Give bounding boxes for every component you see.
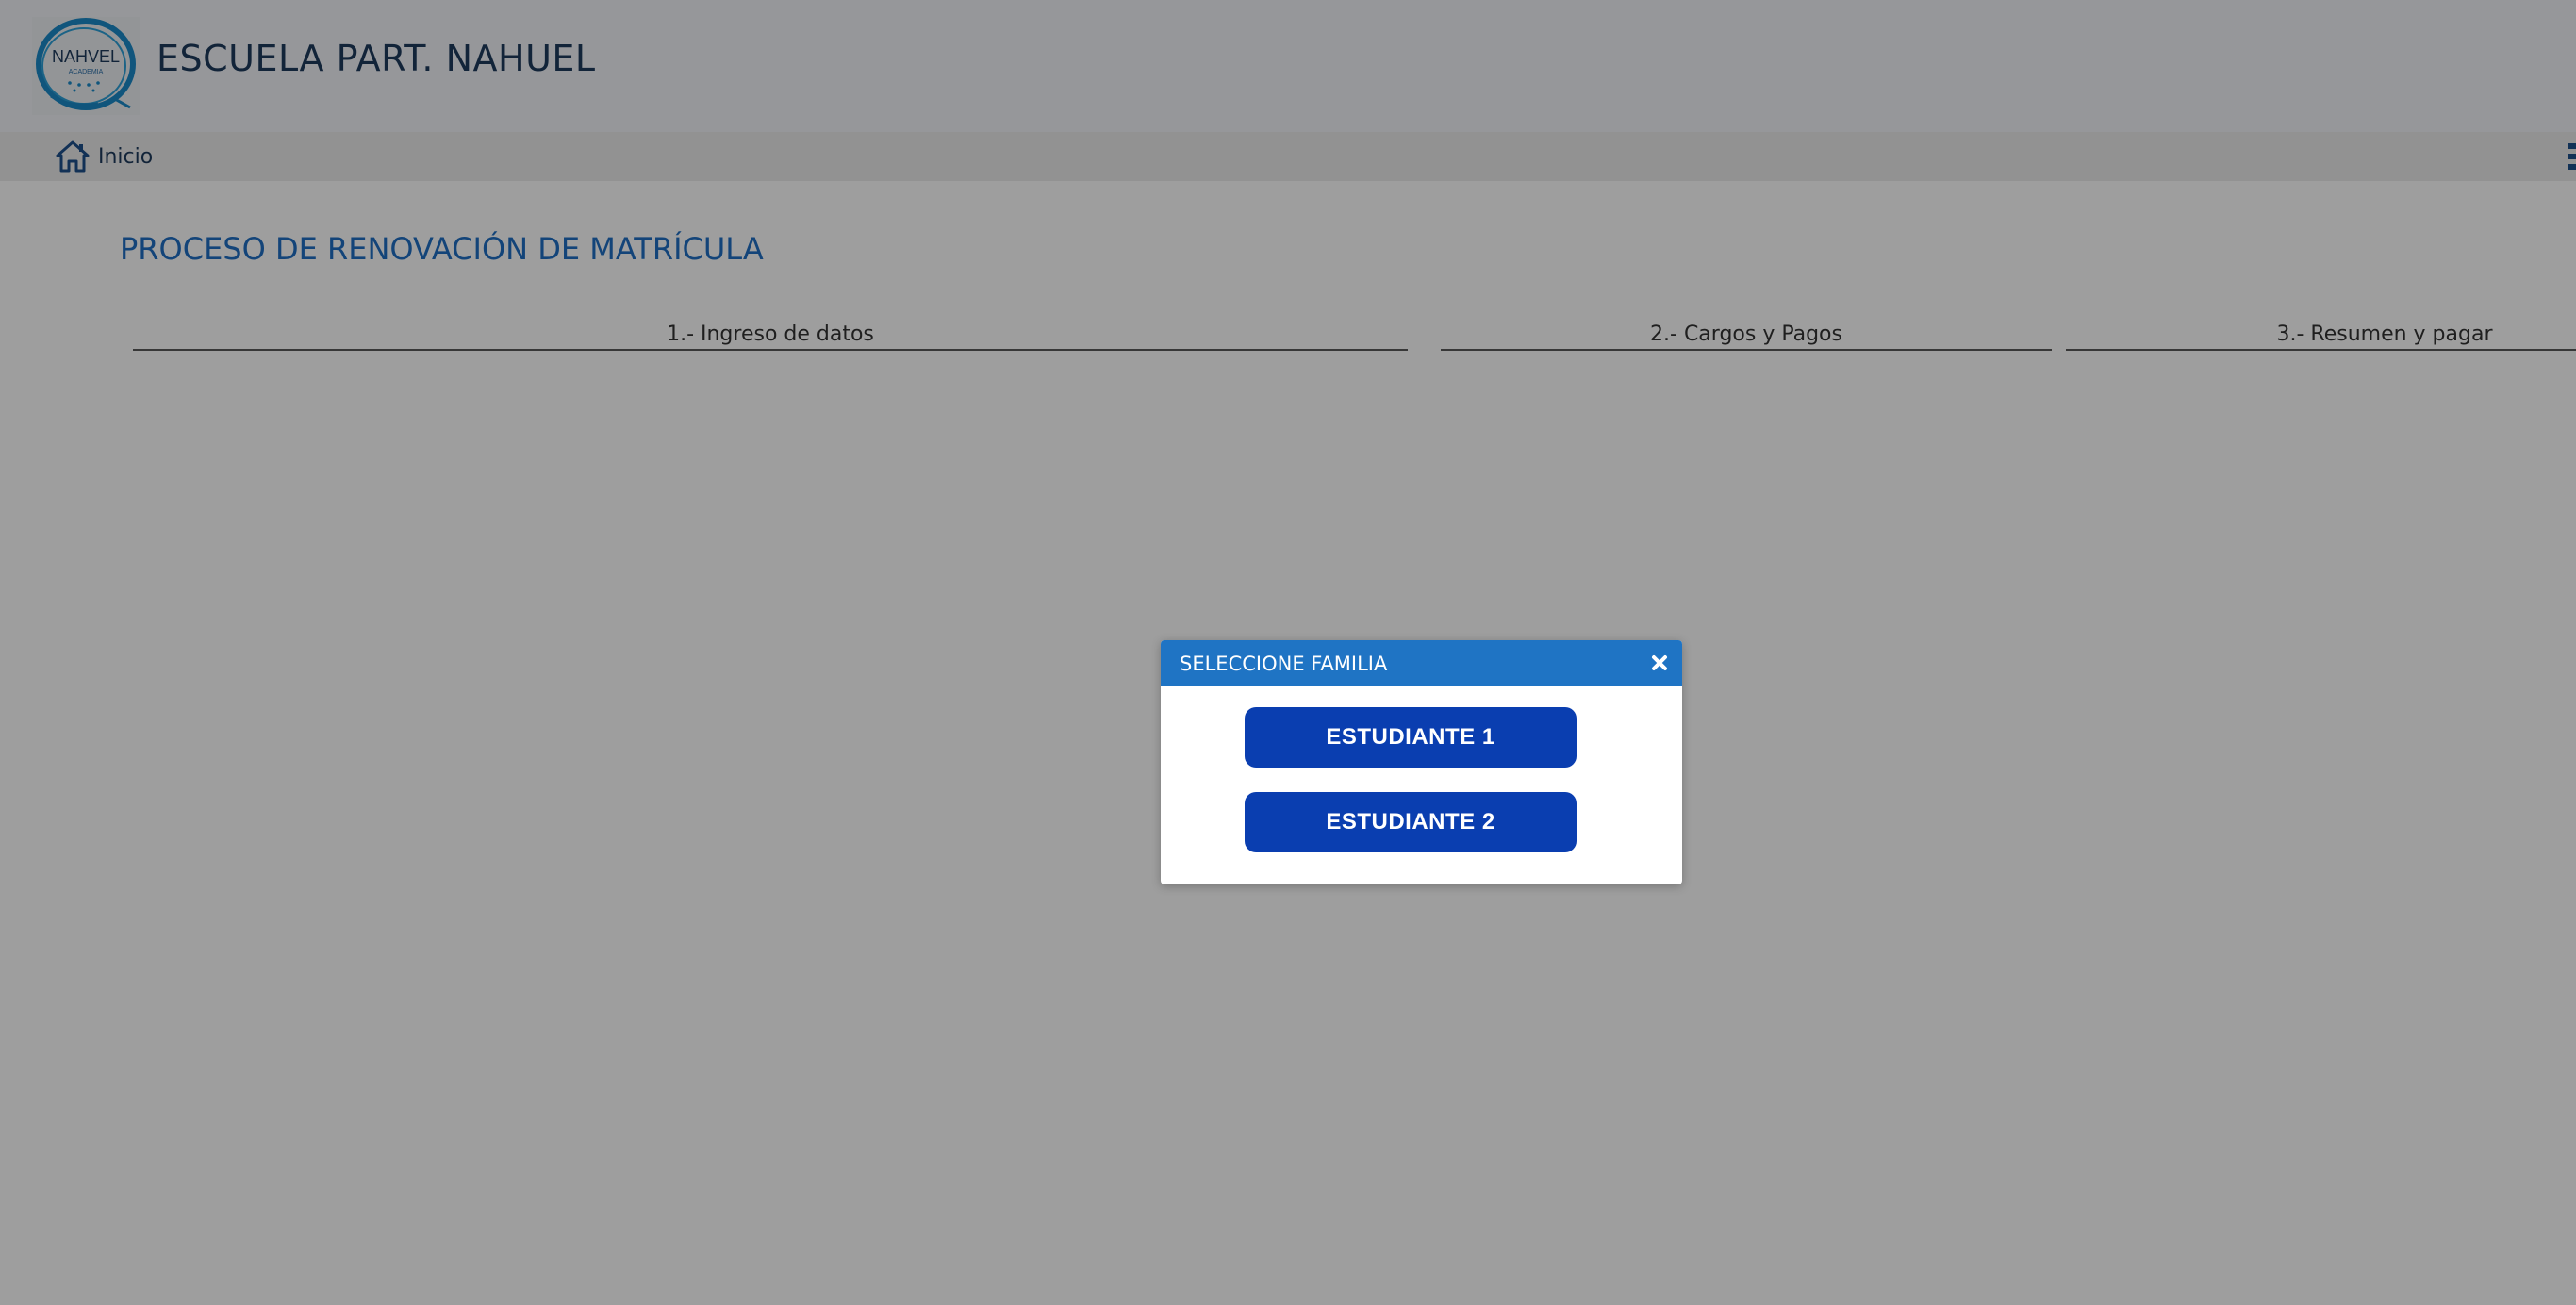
student-2-button[interactable]: ESTUDIANTE 2 [1245,792,1577,852]
student-1-button[interactable]: ESTUDIANTE 1 [1245,707,1577,768]
dialog-header: SELECCIONE FAMILIA [1161,640,1682,686]
select-family-dialog: SELECCIONE FAMILIA ESTUDIANTE 1 ESTUDIAN… [1161,640,1682,884]
dialog-title: SELECCIONE FAMILIA [1180,652,1388,675]
page: NAHVEL ACADEMIA ESCUELA PART. NAHUEL Ini… [0,0,2576,1305]
close-icon[interactable] [1648,652,1671,674]
